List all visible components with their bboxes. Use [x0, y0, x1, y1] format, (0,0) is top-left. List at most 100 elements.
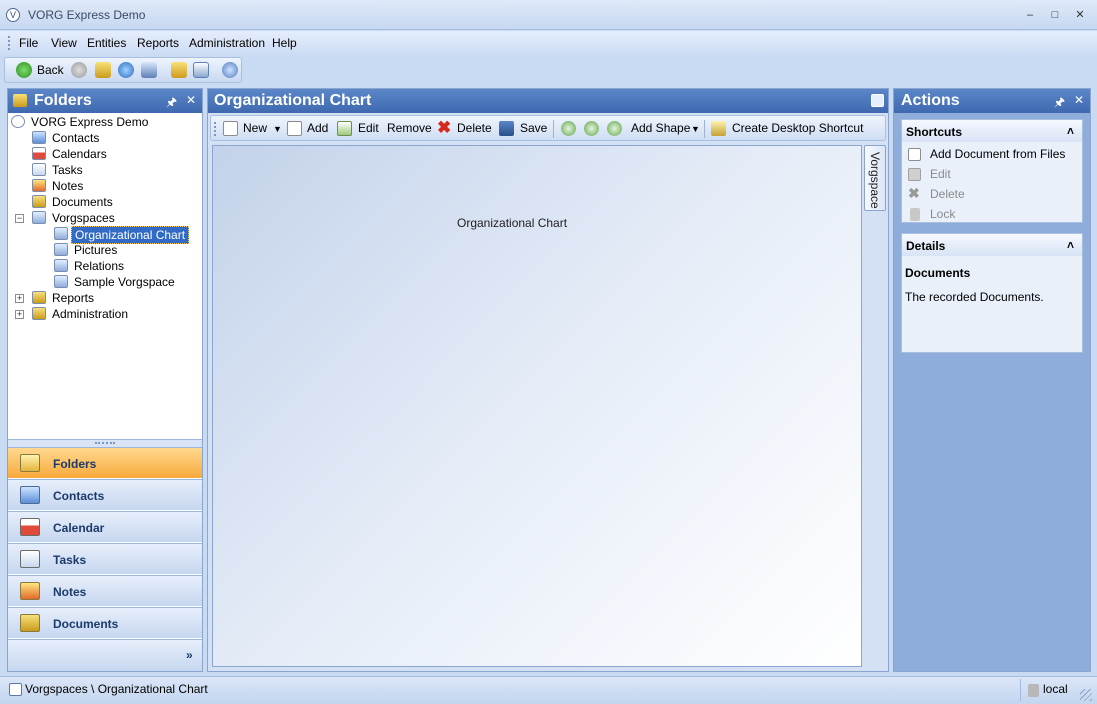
- delete-button[interactable]: Delete: [457, 121, 492, 135]
- chart-canvas[interactable]: Organizational Chart: [212, 145, 862, 667]
- folder-up-icon[interactable]: [95, 62, 111, 78]
- zoom-fit-icon[interactable]: [607, 121, 622, 136]
- save-button[interactable]: Save: [520, 121, 547, 135]
- details-header[interactable]: Details ˄: [902, 234, 1082, 256]
- details-text: The recorded Documents.: [905, 290, 1044, 304]
- collapse-chevron-icon[interactable]: ˄: [1067, 124, 1074, 138]
- help-icon[interactable]: [222, 62, 238, 78]
- lock-icon: [910, 208, 920, 221]
- vorgspace-icon: [9, 683, 22, 696]
- lock-icon: [1028, 684, 1039, 697]
- center-title: Organizational Chart: [214, 92, 372, 109]
- toolbar-separator: [704, 120, 705, 138]
- create-desktop-shortcut-button[interactable]: Create Desktop Shortcut: [732, 121, 863, 135]
- menu-reports[interactable]: Reports: [137, 36, 179, 50]
- folders-header-icon: [13, 94, 27, 107]
- folders-icon: [20, 454, 40, 472]
- home-icon[interactable]: [141, 62, 157, 78]
- tasks-icon: [20, 550, 40, 568]
- nav-notes[interactable]: Notes: [8, 575, 202, 606]
- vorgspace-icon[interactable]: [871, 94, 884, 107]
- title-bar: V VORG Express Demo – □ ✕: [0, 0, 1097, 30]
- details-box: Details ˄ Documents The recorded Documen…: [901, 233, 1083, 353]
- menu-administration[interactable]: Administration: [189, 36, 265, 50]
- center-header: Organizational Chart: [208, 89, 888, 113]
- main-toolbar: Back: [4, 57, 242, 83]
- maximize-button[interactable]: □: [1045, 7, 1065, 23]
- back-button[interactable]: Back: [37, 63, 64, 77]
- folder-icon: [32, 195, 46, 208]
- app-icon: V: [6, 8, 20, 22]
- folder-icon: [32, 307, 46, 320]
- menu-entities[interactable]: Entities: [87, 36, 126, 50]
- new-dropdown-arrow-icon[interactable]: ▼: [273, 124, 282, 134]
- actions-panel: Actions 🖈 ✕ Shortcuts ˄ Add Document fro…: [893, 88, 1091, 672]
- notes-icon: [32, 179, 46, 192]
- vorgspaces-icon: [32, 211, 46, 224]
- menu-help[interactable]: Help: [272, 36, 297, 50]
- minimize-button[interactable]: –: [1020, 7, 1040, 23]
- nav-contacts[interactable]: Contacts: [8, 479, 202, 510]
- add-button[interactable]: Add: [307, 121, 328, 135]
- canvas-label: Organizational Chart: [457, 216, 568, 230]
- close-panel-icon[interactable]: ✕: [186, 93, 196, 107]
- vorgspace-icon: [54, 259, 68, 272]
- details-heading: Documents: [905, 266, 971, 280]
- refresh-icon[interactable]: [118, 62, 134, 78]
- shortcuts-box: Shortcuts ˄ Add Document from Files Edit…: [901, 119, 1083, 223]
- expand-administration-icon[interactable]: +: [15, 310, 24, 319]
- status-path: Vorgspaces \ Organizational Chart: [25, 682, 208, 696]
- organizational-chart-panel: Organizational Chart New ▼ Add Edit Remo…: [207, 88, 889, 672]
- nav-documents[interactable]: Documents: [8, 607, 202, 638]
- actions-header: Actions 🖈 ✕: [894, 89, 1090, 113]
- forward-arrow-icon[interactable]: [71, 62, 87, 78]
- menu-grip[interactable]: [8, 36, 11, 50]
- edit-icon: [908, 168, 921, 181]
- folders-icon[interactable]: [171, 62, 187, 78]
- pin-icon[interactable]: 🖈: [1054, 93, 1065, 114]
- shortcuts-header[interactable]: Shortcuts ˄: [902, 120, 1082, 142]
- menu-file[interactable]: File: [19, 36, 38, 50]
- folder-icon: [20, 614, 40, 632]
- remove-button[interactable]: Remove: [387, 121, 432, 135]
- vorgspace-side-tab[interactable]: Vorgspace: [864, 145, 886, 211]
- pin-icon[interactable]: 🖈: [166, 93, 177, 114]
- edit-button[interactable]: Edit: [358, 121, 379, 135]
- nav-folders[interactable]: Folders: [8, 447, 202, 478]
- nav-overflow[interactable]: »: [8, 639, 202, 671]
- nav-tasks[interactable]: Tasks: [8, 543, 202, 574]
- server-label: local: [1043, 682, 1068, 696]
- toolbar-grip[interactable]: [214, 122, 217, 136]
- close-window-button[interactable]: ✕: [1070, 7, 1090, 23]
- zoom-in-icon[interactable]: [561, 121, 576, 136]
- zoom-out-icon[interactable]: [584, 121, 599, 136]
- folders-panel: Folders 🖈 ✕ VORG Express Demo Contacts C…: [7, 88, 203, 672]
- actions-title: Actions: [901, 92, 960, 109]
- vorgspace-icon: [54, 243, 68, 256]
- folder-icon: [32, 291, 46, 304]
- expand-reports-icon[interactable]: +: [15, 294, 24, 303]
- chevron-down-icon[interactable]: »: [186, 648, 193, 662]
- vorg-root-icon: [11, 115, 25, 128]
- add-shape-button[interactable]: Add Shape: [631, 121, 690, 135]
- folders-header: Folders 🖈 ✕: [8, 89, 202, 113]
- notes-icon: [20, 582, 40, 600]
- panel-splitter[interactable]: [8, 439, 202, 447]
- collapse-chevron-icon[interactable]: ˄: [1067, 238, 1074, 252]
- contacts-icon: [20, 486, 40, 504]
- delete-icon: ✖: [437, 118, 452, 137]
- save-icon: [499, 121, 514, 136]
- tasks-icon: [32, 163, 46, 176]
- close-panel-icon[interactable]: ✕: [1074, 93, 1084, 107]
- shortcut-icon: [711, 121, 726, 136]
- back-arrow-icon[interactable]: [16, 62, 32, 78]
- layout-icon[interactable]: [193, 62, 209, 78]
- resize-grip[interactable]: [1080, 689, 1092, 701]
- collapse-vorgspaces-icon[interactable]: −: [15, 214, 24, 223]
- add-shape-dropdown-arrow-icon[interactable]: ▼: [691, 124, 700, 134]
- menu-view[interactable]: View: [51, 36, 77, 50]
- edit-icon: [337, 121, 352, 136]
- nav-calendar[interactable]: Calendar: [8, 511, 202, 542]
- new-button[interactable]: New: [243, 121, 267, 135]
- new-document-icon: [223, 121, 238, 136]
